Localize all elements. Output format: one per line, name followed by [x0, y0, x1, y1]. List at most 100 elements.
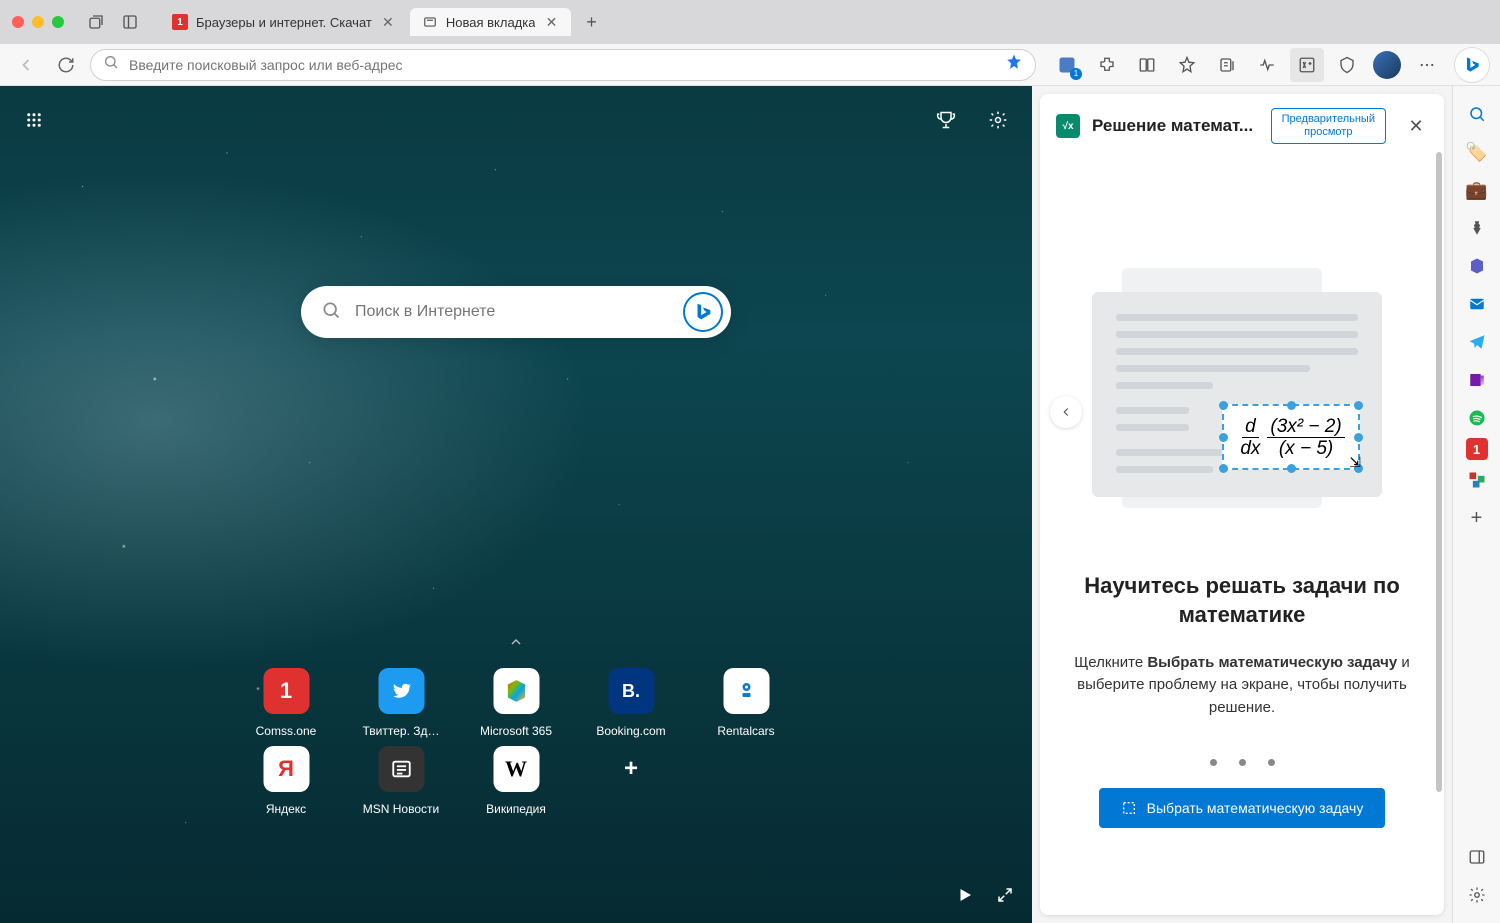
- tab-1-favicon: 1: [172, 14, 188, 30]
- browser-essentials-icon[interactable]: [1330, 48, 1364, 82]
- panel-illustration: ddx (3x² − 2)(x − 5) ⇲: [1092, 268, 1392, 508]
- sidebar-outlook-icon[interactable]: [1459, 286, 1495, 322]
- expand-icon[interactable]: [996, 886, 1014, 909]
- panel-heading: Научитесь решать задачи по математике: [1040, 572, 1444, 629]
- tile-label: Comss.one: [256, 724, 317, 738]
- profile-avatar[interactable]: [1370, 48, 1404, 82]
- minimize-window-button[interactable]: [32, 16, 44, 28]
- math-solver-toolbar-icon[interactable]: [1290, 48, 1324, 82]
- tab-2-favicon: [422, 14, 438, 30]
- tile-rentalcars[interactable]: Rentalcars: [689, 664, 804, 742]
- favorites-icon[interactable]: [1170, 48, 1204, 82]
- rewards-icon[interactable]: [928, 102, 964, 138]
- math-selection-box: ddx (3x² − 2)(x − 5) ⇲: [1222, 404, 1360, 470]
- content-area: 1Comss.one Твиттер. Зд… Microsoft 365 B.…: [0, 86, 1500, 923]
- split-screen-icon[interactable]: [1130, 48, 1164, 82]
- panel-scrollbar[interactable]: [1436, 152, 1442, 792]
- tile-booking[interactable]: B.Booking.com: [574, 664, 689, 742]
- more-menu-icon[interactable]: [1410, 48, 1444, 82]
- collapse-tiles-icon[interactable]: [508, 634, 524, 655]
- extension-translator-icon[interactable]: 1: [1050, 48, 1084, 82]
- tile-msn-news[interactable]: MSN Новости: [344, 742, 459, 820]
- sidebar-pcs-icon[interactable]: [1459, 462, 1495, 498]
- tile-label: Твиттер. Зд…: [362, 724, 439, 738]
- ntp-search-box[interactable]: [301, 286, 731, 338]
- sidebar-strip: 🏷️ 💼 1 +: [1452, 86, 1500, 923]
- sidebar-settings-icon[interactable]: [1459, 877, 1495, 913]
- sidebar-search-icon[interactable]: [1459, 96, 1495, 132]
- carousel-dot-3[interactable]: [1268, 759, 1275, 766]
- address-bar[interactable]: [90, 49, 1036, 81]
- tile-label: Википедия: [486, 802, 546, 816]
- apps-grid-icon[interactable]: [16, 102, 52, 138]
- collections-icon[interactable]: [1210, 48, 1244, 82]
- toolbar-actions: 1: [1050, 47, 1490, 83]
- tab-2-title: Новая вкладка: [446, 15, 536, 30]
- carousel-dot-2[interactable]: [1239, 759, 1246, 766]
- address-input[interactable]: [129, 57, 995, 73]
- maximize-window-button[interactable]: [52, 16, 64, 28]
- tile-label: Rentalcars: [717, 724, 774, 738]
- sidebar-onenote-icon[interactable]: [1459, 362, 1495, 398]
- carousel-prev-button[interactable]: [1050, 396, 1082, 428]
- sidebar-spotify-icon[interactable]: [1459, 400, 1495, 436]
- preview-badge: Предварительныйпросмотр: [1271, 108, 1386, 144]
- sidebar-office-icon[interactable]: [1459, 248, 1495, 284]
- tab-actions-icon[interactable]: [84, 10, 108, 34]
- tile-twitter[interactable]: Твиттер. Зд…: [344, 664, 459, 742]
- sidebar-tools-icon[interactable]: 💼: [1459, 172, 1495, 208]
- new-tab-button[interactable]: +: [577, 8, 605, 36]
- panel-description: Щелкните Выбрать математическую задачу и…: [1040, 652, 1444, 720]
- close-window-button[interactable]: [12, 16, 24, 28]
- browser-toolbar: 1: [0, 44, 1500, 86]
- extensions-icon[interactable]: [1090, 48, 1124, 82]
- back-button[interactable]: [10, 49, 42, 81]
- add-tile-button[interactable]: +: [574, 742, 689, 820]
- translator-badge: 1: [1070, 68, 1082, 80]
- performance-icon[interactable]: [1250, 48, 1284, 82]
- panel-close-icon[interactable]: ✕: [1404, 114, 1428, 138]
- bing-button[interactable]: [1454, 47, 1490, 83]
- sidebar-hide-icon[interactable]: [1459, 839, 1495, 875]
- tab-2-close-icon[interactable]: ✕: [543, 14, 559, 30]
- sidebar-add-icon[interactable]: +: [1459, 500, 1495, 536]
- carousel-dots: [1210, 759, 1275, 766]
- tab-strip: 1 Браузеры и интернет. Скачат ✕ Новая вк…: [160, 8, 1488, 36]
- sidebar-telegram-icon[interactable]: [1459, 324, 1495, 360]
- play-icon[interactable]: [956, 886, 974, 909]
- page-settings-icon[interactable]: [980, 102, 1016, 138]
- tile-m365[interactable]: Microsoft 365: [459, 664, 574, 742]
- select-math-problem-button[interactable]: Выбрать математическую задачу: [1099, 788, 1386, 828]
- tile-label: Booking.com: [596, 724, 665, 738]
- math-solver-panel: √x Решение математ... Предварительныйпро…: [1032, 86, 1452, 923]
- traffic-lights: [12, 16, 64, 28]
- ntp-bottom-controls: [956, 886, 1014, 909]
- panel-header: √x Решение математ... Предварительныйпро…: [1040, 94, 1444, 158]
- bing-chat-icon[interactable]: [683, 292, 723, 332]
- sidebar-shopping-icon[interactable]: 🏷️: [1459, 134, 1495, 170]
- favorite-star-icon[interactable]: [1005, 53, 1023, 76]
- sidebar-comss-icon[interactable]: 1: [1466, 438, 1488, 460]
- vertical-tabs-icon[interactable]: [118, 10, 142, 34]
- ntp-search-input[interactable]: [355, 303, 669, 321]
- math-solver-app-icon: √x: [1056, 114, 1080, 138]
- panel-title: Решение математ...: [1092, 116, 1259, 136]
- search-icon: [321, 300, 341, 325]
- tile-yandex[interactable]: ЯЯндекс: [229, 742, 344, 820]
- tab-2[interactable]: Новая вкладка ✕: [410, 8, 572, 36]
- carousel-dot-1[interactable]: [1210, 759, 1217, 766]
- refresh-button[interactable]: [50, 49, 82, 81]
- tile-label: MSN Новости: [363, 802, 439, 816]
- sidebar-games-icon[interactable]: [1459, 210, 1495, 246]
- tab-1-close-icon[interactable]: ✕: [380, 14, 396, 30]
- tile-wikipedia[interactable]: WВикипедия: [459, 742, 574, 820]
- panel-content: ddx (3x² − 2)(x − 5) ⇲ Научитесь решать …: [1040, 158, 1444, 915]
- tile-label: Microsoft 365: [480, 724, 552, 738]
- new-tab-page: 1Comss.one Твиттер. Зд… Microsoft 365 B.…: [0, 86, 1032, 923]
- tab-1-title: Браузеры и интернет. Скачат: [196, 15, 372, 30]
- quick-links-grid: 1Comss.one Твиттер. Зд… Microsoft 365 B.…: [229, 664, 804, 820]
- window-titlebar: 1 Браузеры и интернет. Скачат ✕ Новая вк…: [0, 0, 1500, 44]
- tab-1[interactable]: 1 Браузеры и интернет. Скачат ✕: [160, 8, 408, 36]
- tile-label: Яндекс: [266, 802, 306, 816]
- tile-comss[interactable]: 1Comss.one: [229, 664, 344, 742]
